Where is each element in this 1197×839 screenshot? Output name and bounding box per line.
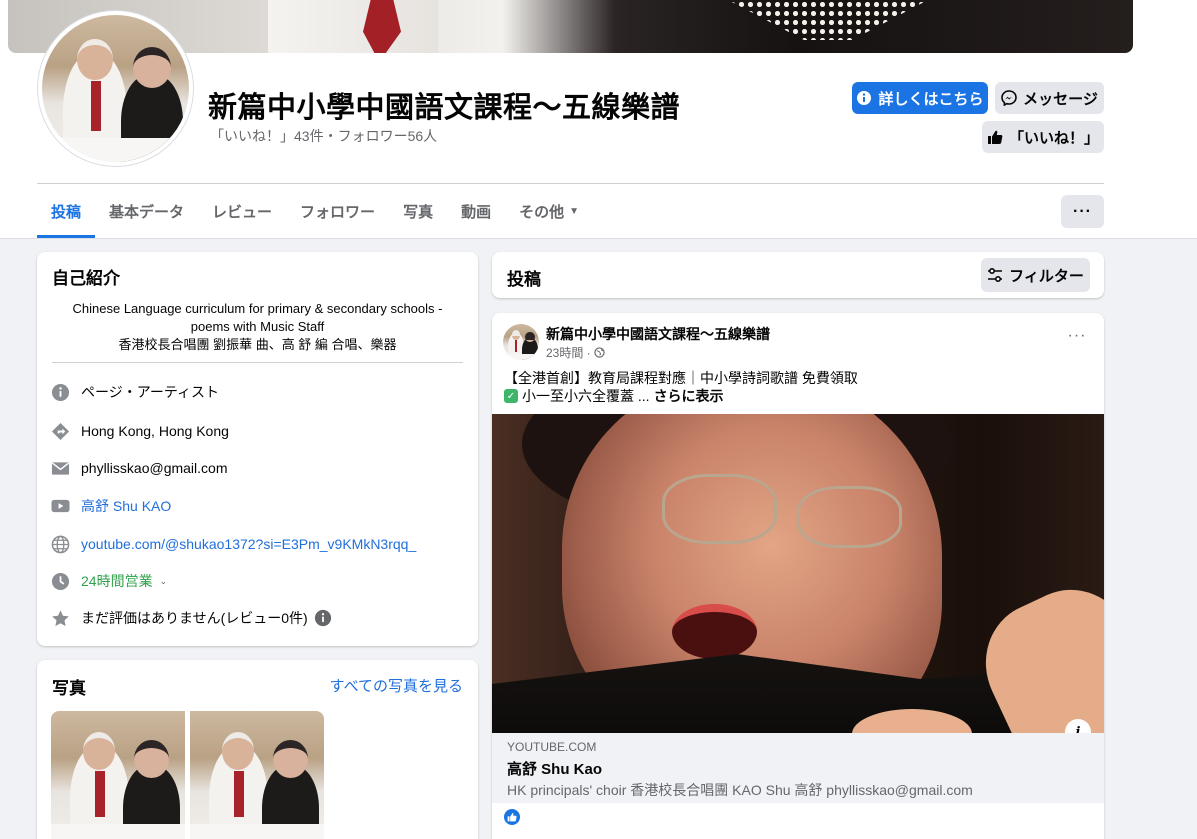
photo-image xyxy=(51,711,185,839)
tab-label: 投稿 xyxy=(51,204,82,221)
post-text: 小一至小六全覆蓋 ... xyxy=(522,388,650,404)
avatar-image xyxy=(42,15,189,162)
filter-icon xyxy=(987,268,1003,282)
info-circle-icon xyxy=(856,90,872,106)
post-text-line: ✓ 小一至小六全覆蓋 ... さらに表示 xyxy=(504,386,724,406)
intro-bio: Chinese Language curriculum for primary … xyxy=(52,300,463,354)
check-icon: ✓ xyxy=(504,389,518,403)
tab-label: レビュー xyxy=(212,204,273,221)
intro-divider xyxy=(52,362,463,363)
bio-line: Chinese Language curriculum for primary … xyxy=(72,301,443,316)
intro-title: 自己紹介 xyxy=(52,269,120,288)
star-icon xyxy=(50,608,70,628)
post-author-name[interactable]: 新篇中小學中國語文課程～五線樂譜 xyxy=(546,324,770,344)
image-glasses-right xyxy=(797,486,902,548)
page-tabs: 投稿 基本データ レビュー フォロワー 写真 動画 その他 ▼ xyxy=(37,185,593,238)
bio-line: poems with Music Staff xyxy=(190,319,325,334)
more-info-button[interactable]: 詳しくはこちら xyxy=(852,82,988,114)
photo-thumbnail[interactable] xyxy=(51,711,185,839)
location-text: Hong Kong, Hong Kong xyxy=(81,423,229,439)
category-text: ページ・アーティスト xyxy=(81,384,220,400)
intro-website: youtube.com/@shukao1372?si=E3Pm_v9KMkN3r… xyxy=(50,532,470,556)
globe-icon xyxy=(50,534,70,554)
map-pin-icon xyxy=(50,421,70,441)
page-stats[interactable]: 「いいね！」43件・フォロワー56人 xyxy=(210,126,437,146)
link-preview[interactable]: YOUTUBE.COM 高舒 Shu Kao HK principals' ch… xyxy=(492,733,1104,803)
rating-text: まだ評価はありません(レビュー0件) xyxy=(81,610,308,626)
tab-followers[interactable]: フォロワー xyxy=(286,185,389,238)
post-image[interactable]: i xyxy=(492,414,1104,733)
bio-line: 香港校長合唱團 劉振華 曲、高 舒 編 合唱、樂器 xyxy=(118,337,397,352)
photos-title: 写真 xyxy=(52,679,86,698)
intro-category: ページ・アーティスト xyxy=(50,380,470,404)
globe-icon xyxy=(594,347,605,358)
post-avatar-image xyxy=(503,324,539,360)
youtube-icon xyxy=(50,496,70,516)
image-mouth xyxy=(672,604,757,659)
link-title: 高舒 Shu Kao xyxy=(507,761,603,778)
chevron-down-icon: ⌄ xyxy=(159,575,168,586)
tab-label: フォロワー xyxy=(300,204,376,221)
post-timestamp[interactable]: 23時間 · xyxy=(546,344,605,361)
clock-icon xyxy=(50,571,70,591)
link-domain: YOUTUBE.COM xyxy=(507,740,597,754)
message-label: メッセージ xyxy=(1023,90,1098,108)
intro-hours[interactable]: 24時間営業 ⌄ xyxy=(50,569,470,593)
tab-reviews[interactable]: レビュー xyxy=(198,185,286,238)
like-page-label: 「いいね！」 xyxy=(1008,129,1099,147)
image-glasses-left xyxy=(662,474,777,544)
post-author-avatar[interactable] xyxy=(503,324,539,360)
like-reaction-icon[interactable] xyxy=(504,809,520,825)
cover-shirt xyxy=(268,0,438,53)
caret-down-icon: ▼ xyxy=(569,206,580,217)
info-circle-icon[interactable] xyxy=(313,608,333,628)
messenger-icon xyxy=(1001,90,1017,106)
info-circle-icon xyxy=(50,382,70,402)
photos-card: 写真 すべての写真を見る xyxy=(37,660,478,839)
post-text-line: 【全港首創】教育局課程對應｜中小學詩詞歌譜 免費領取 xyxy=(504,370,858,386)
website-link[interactable]: youtube.com/@shukao1372?si=E3Pm_v9KMkN3r… xyxy=(81,536,416,552)
tab-label: その他 xyxy=(519,204,565,221)
link-description: HK principals' choir 香港校長合唱團 KAO Shu 高舒 … xyxy=(507,782,973,798)
profile-avatar[interactable] xyxy=(38,11,193,166)
photo-thumbnail[interactable] xyxy=(190,711,324,839)
intro-location: Hong Kong, Hong Kong xyxy=(50,419,470,443)
tab-videos[interactable]: 動画 xyxy=(447,185,505,238)
tab-posts[interactable]: 投稿 xyxy=(37,185,96,238)
intro-youtube: 高舒 Shu KAO xyxy=(50,494,470,518)
page-more-options-button[interactable]: ··· xyxy=(1061,195,1104,228)
hours-text: 24時間営業 xyxy=(81,573,153,589)
tab-about[interactable]: 基本データ xyxy=(95,185,198,238)
tab-photos[interactable]: 写真 xyxy=(389,185,447,238)
mail-icon xyxy=(50,458,70,478)
tab-label: 写真 xyxy=(403,204,434,221)
tab-label: 動画 xyxy=(461,204,492,221)
post-card: 新篇中小學中國語文課程～五線樂譜 23時間 · ··· 【全港首創】教育局課程對… xyxy=(492,313,1104,839)
tab-label: 基本データ xyxy=(109,204,185,221)
more-info-label: 詳しくはこちら xyxy=(878,90,984,108)
intro-email: phyllisskao@gmail.com xyxy=(50,456,470,480)
header-divider xyxy=(37,183,1104,184)
photo-image xyxy=(190,711,324,839)
thumbs-up-icon xyxy=(987,129,1003,145)
posts-header-card: 投稿 フィルター xyxy=(492,252,1104,298)
see-all-photos-link[interactable]: すべての写真を見る xyxy=(330,675,463,696)
like-page-button[interactable]: 「いいね！」 xyxy=(982,121,1104,153)
tab-more[interactable]: その他 ▼ xyxy=(505,185,593,238)
see-more-link[interactable]: さらに表示 xyxy=(654,386,724,406)
email-text[interactable]: phyllisskao@gmail.com xyxy=(81,460,227,476)
intro-rating: まだ評価はありません(レビュー0件) xyxy=(50,606,470,630)
page-title: 新篇中小學中國語文課程～五線樂譜 xyxy=(208,92,681,124)
youtube-link[interactable]: 高舒 Shu KAO xyxy=(81,496,171,516)
message-button[interactable]: メッセージ xyxy=(995,82,1104,114)
post-time-text: 23時間 · xyxy=(546,346,591,360)
post-options-button[interactable]: ··· xyxy=(1062,327,1092,345)
filter-label: フィルター xyxy=(1009,267,1084,285)
posts-title: 投稿 xyxy=(507,270,541,289)
intro-card: 自己紹介 Chinese Language curriculum for pri… xyxy=(37,252,478,646)
cover-pearl-necklace xyxy=(728,0,928,40)
filter-button[interactable]: フィルター xyxy=(981,258,1090,292)
